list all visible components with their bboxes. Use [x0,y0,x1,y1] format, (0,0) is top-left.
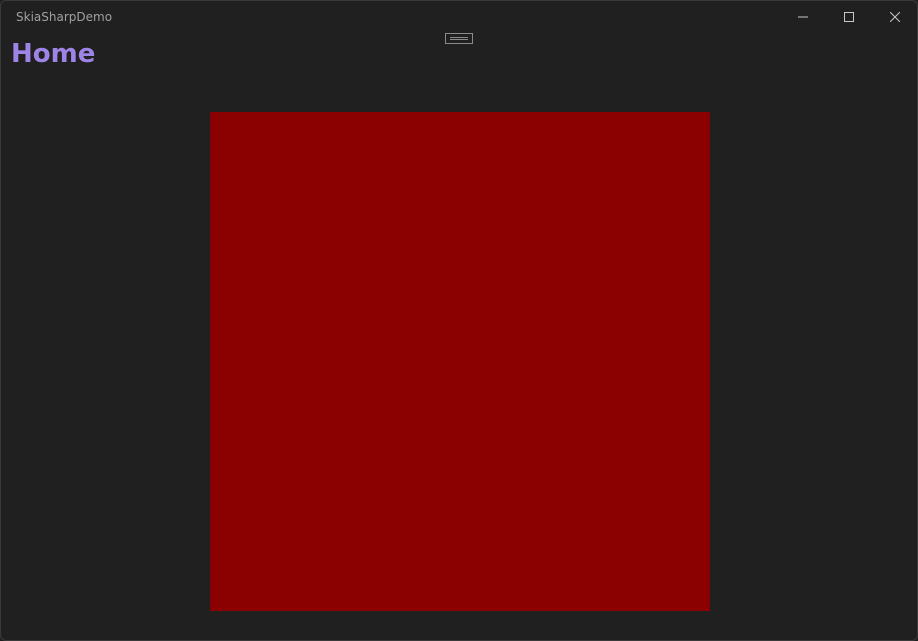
app-window: SkiaSharpDemo Home [0,0,918,641]
minimize-button[interactable] [780,1,826,33]
drag-handle-icon[interactable] [445,33,473,44]
skia-canvas [210,112,710,611]
drag-handle-bars [450,37,468,40]
close-button[interactable] [872,1,917,33]
title-bar[interactable]: SkiaSharpDemo [1,1,917,33]
maximize-icon [844,12,854,22]
page-title: Home [11,39,96,69]
close-icon [890,12,900,22]
maximize-button[interactable] [826,1,872,33]
minimize-icon [798,16,808,18]
window-title: SkiaSharpDemo [16,10,113,24]
